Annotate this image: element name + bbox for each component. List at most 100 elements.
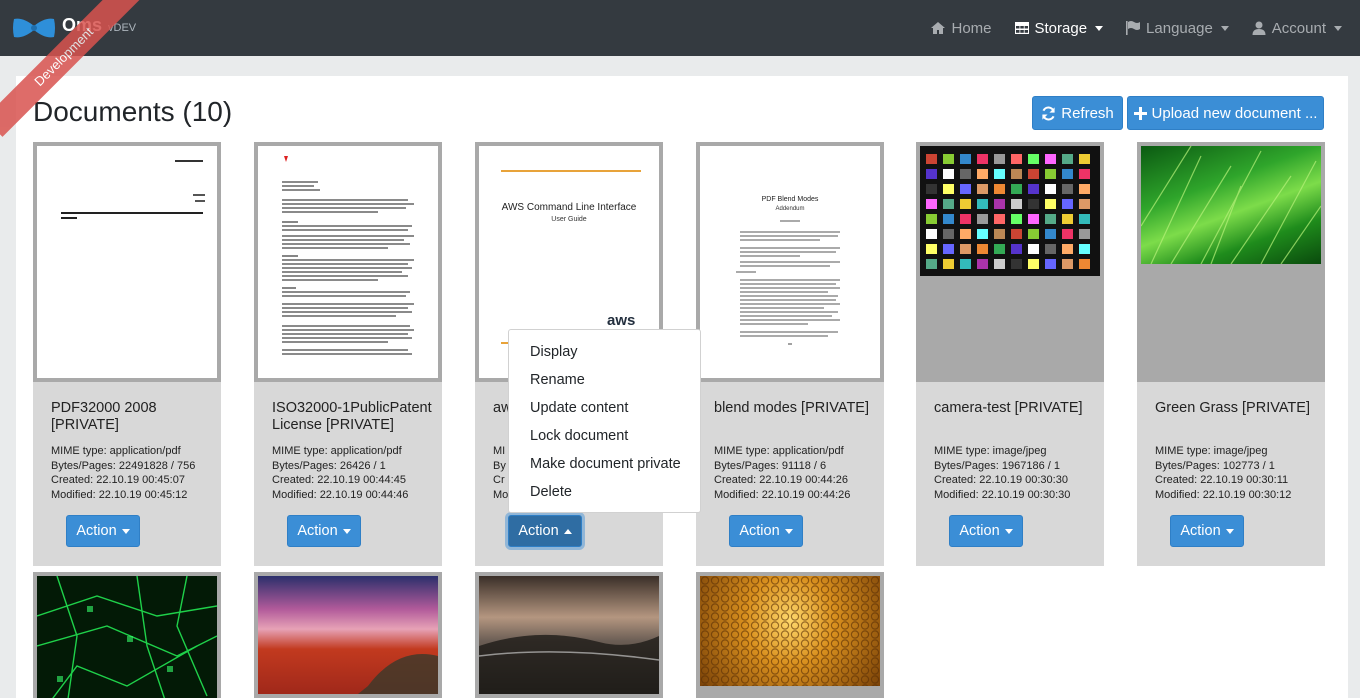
color-swatch bbox=[1011, 199, 1022, 209]
menu-item-update-content[interactable]: Update content bbox=[509, 394, 700, 422]
bytes-pages: Bytes/Pages: 91118 / 6 bbox=[714, 459, 827, 472]
color-swatch bbox=[943, 214, 954, 224]
action-dropdown-menu: Display Rename Update content Lock docum… bbox=[508, 329, 701, 513]
document-meta: MIME type: image/jpeg Bytes/Pages: 10277… bbox=[1155, 444, 1291, 502]
color-swatch bbox=[977, 259, 988, 269]
menu-item-display[interactable]: Display bbox=[509, 338, 700, 366]
chevron-down-icon bbox=[1225, 528, 1234, 534]
menu-item-rename[interactable]: Rename bbox=[509, 366, 700, 394]
color-swatch bbox=[1045, 244, 1056, 254]
color-swatch bbox=[1045, 259, 1056, 269]
action-label: Action bbox=[1180, 523, 1221, 539]
color-swatch bbox=[1045, 229, 1056, 239]
nav-language[interactable]: Language bbox=[1125, 20, 1229, 37]
image-preview bbox=[920, 146, 1100, 276]
color-swatch bbox=[926, 154, 937, 164]
color-swatch bbox=[943, 184, 954, 194]
mime-type: MIME type: image/jpeg bbox=[1155, 445, 1268, 457]
document-card: PDF Blend Modes Addendum blend modes [PR… bbox=[696, 142, 884, 566]
color-swatch bbox=[1062, 199, 1073, 209]
chevron-down-icon bbox=[1095, 25, 1104, 31]
aws-doc-title: AWS Command Line Interface bbox=[501, 202, 637, 213]
upload-document-button[interactable]: Upload new document ... bbox=[1127, 96, 1324, 130]
document-thumbnail[interactable] bbox=[33, 572, 221, 698]
chevron-down-icon bbox=[1220, 25, 1229, 31]
created-date: Created: 22.10.19 00:44:26 bbox=[714, 474, 848, 487]
color-swatch bbox=[1011, 214, 1022, 224]
color-swatch bbox=[994, 229, 1005, 239]
action-button[interactable]: Action bbox=[66, 515, 140, 547]
color-swatch bbox=[1011, 244, 1022, 254]
image-preview bbox=[258, 576, 438, 694]
document-thumbnail[interactable] bbox=[254, 142, 442, 382]
bowtie-logo-icon bbox=[13, 18, 55, 38]
action-label: Action bbox=[76, 523, 117, 539]
color-swatch bbox=[994, 214, 1005, 224]
aws-doc-subtitle: User Guide bbox=[551, 216, 587, 223]
action-button[interactable]: Action bbox=[1170, 515, 1244, 547]
document-meta: MIME type: application/pdf Bytes/Pages: … bbox=[714, 444, 850, 502]
document-title: PDF32000 2008 [PRIVATE] bbox=[51, 400, 157, 433]
nav-account-label: Account bbox=[1271, 19, 1326, 37]
chevron-down-icon bbox=[1004, 528, 1013, 534]
color-swatch bbox=[943, 154, 954, 164]
document-thumbnail[interactable] bbox=[696, 572, 884, 698]
navbar: Oms vDEV Home Storage Language Account bbox=[0, 0, 1360, 56]
color-swatch bbox=[1045, 154, 1056, 164]
matrix-image bbox=[36, 575, 218, 698]
color-swatch bbox=[926, 229, 937, 239]
color-swatch bbox=[977, 214, 988, 224]
refresh-button[interactable]: Refresh bbox=[1032, 96, 1123, 130]
color-swatch bbox=[943, 259, 954, 269]
menu-item-lock-document[interactable]: Lock document bbox=[509, 422, 700, 450]
menu-item-delete[interactable]: Delete bbox=[509, 478, 700, 506]
document-card: Green Grass [PRIVATE] MIME type: image/j… bbox=[1137, 142, 1325, 566]
mime-type: MIME type: application/pdf bbox=[51, 445, 181, 457]
image-preview bbox=[1140, 145, 1322, 265]
document-thumbnail[interactable] bbox=[916, 142, 1104, 382]
nav-home[interactable]: Home bbox=[930, 20, 992, 37]
mime-type: MI bbox=[493, 445, 506, 457]
color-swatch bbox=[1011, 229, 1022, 239]
action-button[interactable]: Action bbox=[949, 515, 1023, 547]
document-thumbnail[interactable] bbox=[475, 572, 663, 698]
action-label: Action bbox=[518, 523, 559, 539]
color-swatch bbox=[1079, 214, 1090, 224]
action-button[interactable]: Action bbox=[729, 515, 803, 547]
color-swatch bbox=[926, 169, 937, 179]
document-text-lines bbox=[736, 220, 840, 345]
action-button[interactable]: Action bbox=[287, 515, 361, 547]
color-swatch bbox=[1011, 169, 1022, 179]
document-thumbnail[interactable] bbox=[254, 572, 442, 698]
document-thumbnail[interactable]: PDF Blend Modes Addendum bbox=[696, 142, 884, 382]
menu-item-make-private[interactable]: Make document private bbox=[509, 450, 700, 478]
color-swatch bbox=[926, 244, 937, 254]
color-swatch bbox=[1079, 154, 1090, 164]
created-date: Created: 22.10.19 00:30:30 bbox=[934, 474, 1068, 487]
document-thumbnail[interactable] bbox=[33, 142, 221, 382]
document-thumbnail[interactable] bbox=[1137, 142, 1325, 382]
action-button[interactable]: Action bbox=[508, 515, 582, 547]
aws-logo: aws bbox=[607, 312, 636, 329]
document-card bbox=[475, 572, 663, 698]
modified-date: Modified: 22.10.19 00:44:26 bbox=[714, 488, 851, 501]
nav-account[interactable]: Account bbox=[1251, 20, 1342, 37]
modified-date: Modified: 22.10.19 00:45:12 bbox=[51, 488, 188, 501]
nav-storage[interactable]: Storage bbox=[1014, 20, 1104, 37]
image-preview bbox=[36, 575, 218, 698]
document-title: blend modes [PRIVATE] bbox=[714, 400, 870, 416]
flag-icon bbox=[1126, 21, 1141, 35]
chevron-down-icon bbox=[1334, 25, 1342, 31]
page-title: Documents (10) bbox=[33, 96, 233, 127]
color-swatch bbox=[1045, 184, 1056, 194]
document-title: ISO32000-1PublicPatentLicense [PRIVATE] bbox=[272, 400, 432, 433]
document-card: camera-test [PRIVATE] MIME type: image/j… bbox=[916, 142, 1104, 566]
pdf-page-preview bbox=[37, 146, 217, 378]
nav-language-label: Language bbox=[1146, 19, 1213, 37]
grass-image bbox=[1140, 145, 1322, 265]
color-swatch bbox=[977, 229, 988, 239]
color-swatch bbox=[1062, 154, 1073, 164]
color-swatch bbox=[943, 229, 954, 239]
color-swatch bbox=[1062, 169, 1073, 179]
landscape-image bbox=[358, 654, 438, 694]
